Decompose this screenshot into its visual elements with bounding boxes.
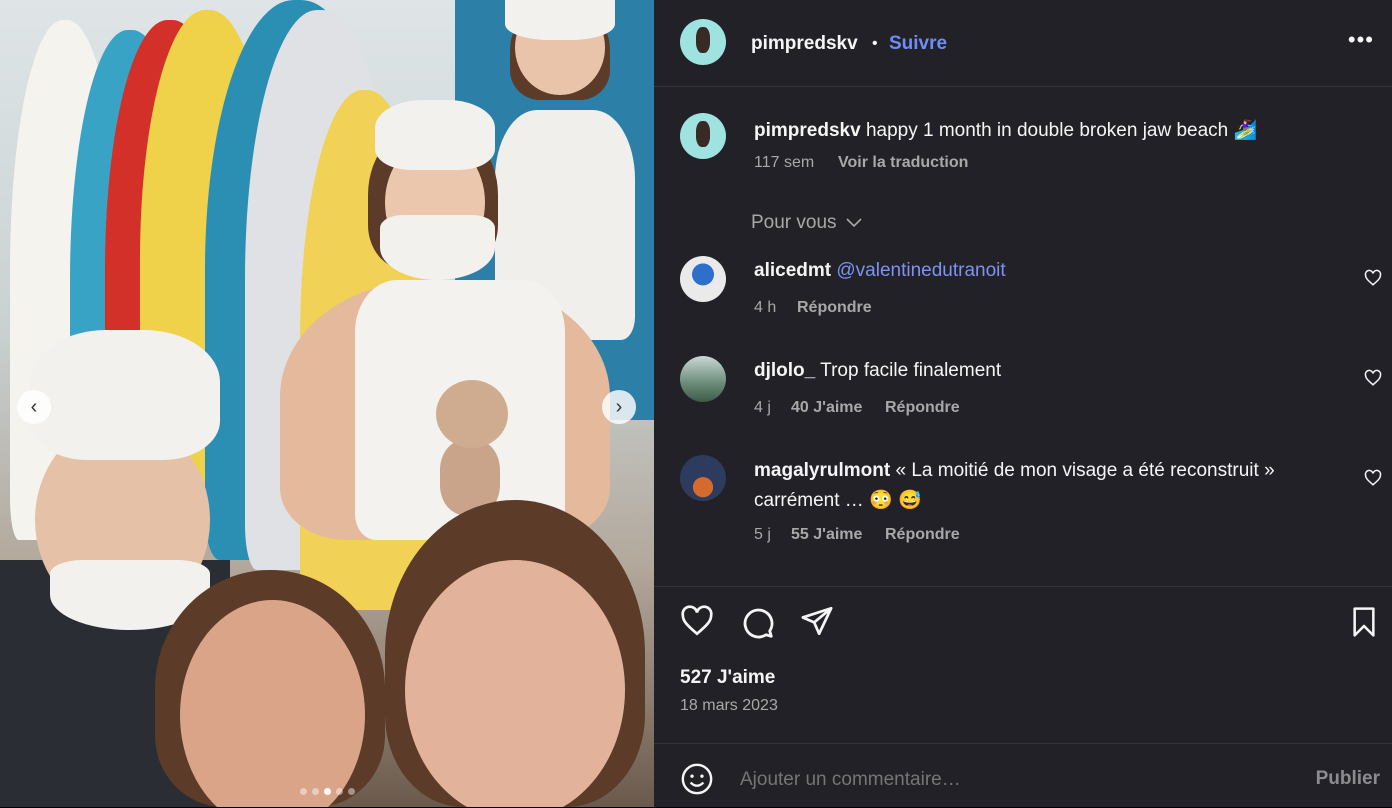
carousel-dot <box>299 788 307 795</box>
avatar[interactable] <box>680 113 726 159</box>
previous-slide-button[interactable]: ‹ <box>17 390 51 424</box>
save-bookmark-icon[interactable] <box>1348 604 1380 640</box>
carousel-dot <box>323 788 331 795</box>
post-sidebar: pimpredskv • Suivre ••• pimpredskv happy… <box>654 0 1392 807</box>
next-slide-button[interactable]: › <box>602 390 636 424</box>
carousel-indicator <box>0 788 654 795</box>
caption: pimpredskv happy 1 month in double broke… <box>754 118 1257 142</box>
carousel-dot <box>311 788 319 795</box>
share-paper-plane-icon[interactable] <box>799 604 835 638</box>
follow-button[interactable]: Suivre <box>889 33 947 55</box>
publish-button[interactable]: Publier <box>1316 768 1380 790</box>
comment-like-count[interactable]: 40 J'aime <box>791 399 862 417</box>
like-count[interactable]: 527 J'aime <box>680 667 775 689</box>
comment-filter-dropdown[interactable]: Pour vous <box>751 212 862 234</box>
reply-button[interactable]: Répondre <box>885 526 960 544</box>
more-options-button[interactable]: ••• <box>1348 29 1374 51</box>
mention-link[interactable]: @valentinedutranoit <box>836 260 1005 281</box>
comment-body: alicedmt @valentinedutranoit <box>754 260 1006 282</box>
comment-age: 5 j <box>754 526 771 543</box>
comment-bubble-icon[interactable] <box>739 604 775 640</box>
like-comment-icon[interactable] <box>1364 369 1382 387</box>
comment-input[interactable] <box>738 768 1242 792</box>
reply-button[interactable]: Répondre <box>797 299 872 317</box>
caption-username[interactable]: pimpredskv <box>754 120 861 141</box>
bandage <box>375 100 495 170</box>
avatar[interactable] <box>680 19 726 65</box>
caption-age: 117 sem <box>754 154 815 171</box>
like-heart-icon[interactable] <box>679 604 715 638</box>
carousel-dot <box>335 788 343 795</box>
comment-body: magalyrulmont « La moitié de mon visage … <box>754 460 1275 482</box>
bandage <box>505 0 615 40</box>
post-date: 18 mars 2023 <box>680 697 778 714</box>
bandage <box>380 215 495 280</box>
comment-text-continued: carrément … 😳 😅 <box>754 490 922 511</box>
comment-username[interactable]: magalyrulmont <box>754 460 890 481</box>
chevron-right-icon: › <box>615 395 623 418</box>
comment-username[interactable]: djlolo_ <box>754 360 815 381</box>
post-image[interactable]: ‹ › <box>0 0 654 807</box>
divider <box>654 586 1392 587</box>
reply-button[interactable]: Répondre <box>885 399 960 417</box>
translate-link[interactable]: Voir la traduction <box>838 154 968 172</box>
comment-age: 4 h <box>754 299 777 316</box>
avatar[interactable] <box>680 455 726 501</box>
comment-body: djlolo_ Trop facile finalement <box>754 360 1001 382</box>
comment-text: « La moitié de mon visage a été reconstr… <box>895 460 1275 481</box>
comment-text: Trop facile finalement <box>820 360 1002 381</box>
avatar[interactable] <box>680 356 726 402</box>
teddy-head <box>436 380 508 448</box>
like-comment-icon[interactable] <box>1364 469 1382 487</box>
face <box>405 560 625 807</box>
separator: • <box>872 35 878 52</box>
chevron-down-icon <box>846 218 862 228</box>
like-comment-icon[interactable] <box>1364 269 1382 287</box>
comment-filter-label: Pour vous <box>751 212 837 233</box>
author-username[interactable]: pimpredskv <box>751 33 858 55</box>
bandage <box>30 330 220 460</box>
avatar[interactable] <box>680 256 726 302</box>
comment-like-count[interactable]: 55 J'aime <box>791 526 862 544</box>
comment-composer: Publier <box>654 743 1392 808</box>
comment-username[interactable]: alicedmt <box>754 260 831 281</box>
caption-text: happy 1 month in double broken jaw beach… <box>865 120 1258 141</box>
comment-age: 4 j <box>754 399 771 416</box>
carousel-dot <box>347 788 355 795</box>
chevron-left-icon: ‹ <box>30 395 38 418</box>
post-header: pimpredskv • Suivre ••• <box>654 0 1392 87</box>
emoji-smiley-icon[interactable] <box>680 762 714 796</box>
